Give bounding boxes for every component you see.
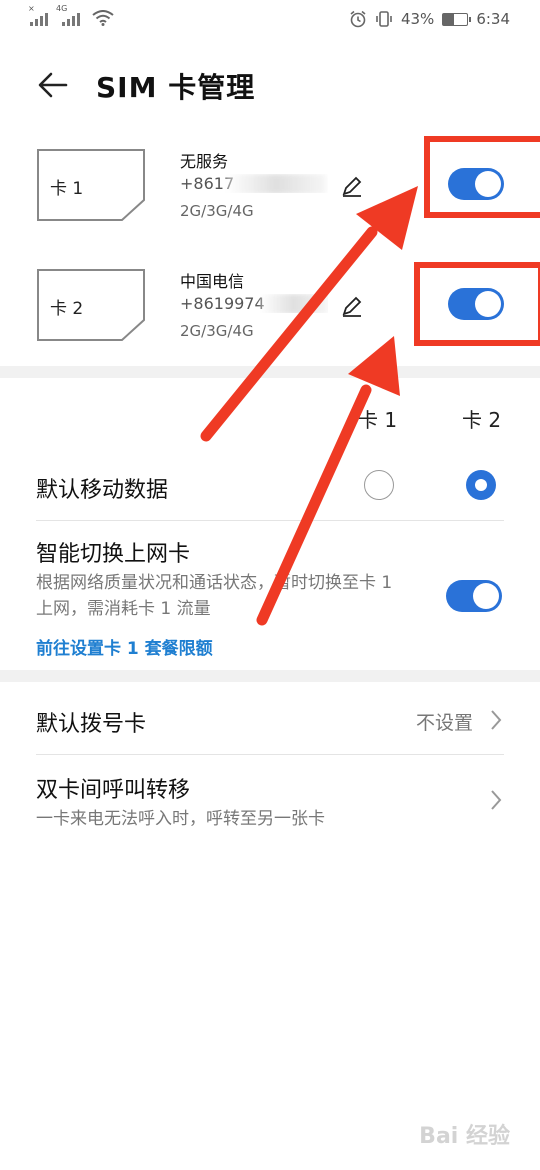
signal-2-icon: 4G (56, 4, 80, 26)
wifi-icon (92, 10, 114, 26)
sim-2-network: 2G/3G/4G (180, 322, 254, 340)
default-data-label: 默认移动数据 (36, 478, 169, 503)
call-forward-description: 一卡来电无法呼入时，呼转至另一张卡 (36, 809, 325, 829)
battery-icon (442, 12, 472, 26)
sim-2-name: 卡 2 (50, 299, 84, 319)
sim-2-number: +8619974 (180, 294, 328, 313)
app-header: SIM 卡管理 (0, 56, 540, 116)
default-data-card-2-radio[interactable] (466, 470, 496, 500)
arrow-left-icon[interactable] (36, 68, 70, 102)
sim-2-number-text: +8619974 (180, 294, 265, 313)
default-dial-value: 不设置 (416, 712, 474, 734)
row-separator (36, 754, 504, 755)
smart-switch-label: 智能切换上网卡 (36, 542, 191, 567)
section-divider (0, 670, 540, 682)
clock: 6:34 (476, 10, 510, 28)
toggle-knob (473, 583, 499, 609)
chevron-right-icon (491, 790, 502, 810)
sim-1-carrier: 无服务 (180, 152, 229, 171)
sim-1-number: +8617 (180, 174, 328, 193)
battery-level-fill (443, 13, 454, 25)
call-forward-row[interactable]: 双卡间呼叫转移 一卡来电无法呼入时，呼转至另一张卡 (0, 756, 540, 840)
signal-1-label: × (28, 4, 35, 13)
number-redaction (260, 294, 328, 313)
page-title: SIM 卡管理 (96, 71, 256, 104)
alarm-icon (350, 10, 366, 28)
signal-1-icon: × (28, 4, 48, 26)
default-dial-label: 默认拨号卡 (36, 712, 147, 737)
sim-1-name: 卡 1 (50, 179, 84, 199)
section-divider (0, 366, 540, 378)
pencil-icon[interactable] (340, 174, 364, 198)
pencil-icon[interactable] (340, 294, 364, 318)
vibrate-icon (376, 11, 392, 27)
status-left: × 4G (28, 4, 114, 26)
set-data-limit-link[interactable]: 前往设置卡 1 套餐限额 (36, 634, 213, 659)
battery-percent: 43% (400, 10, 435, 28)
smart-switch-toggle[interactable] (446, 580, 502, 612)
status-right: 43% 6:34 (349, 10, 510, 28)
highlight-box-2 (414, 262, 540, 346)
sim-2-carrier: 中国电信 (180, 272, 245, 291)
number-redaction (226, 174, 326, 193)
highlight-box-1 (424, 136, 540, 218)
default-data-card-1-radio[interactable] (364, 470, 394, 500)
call-forward-label: 双卡间呼叫转移 (36, 778, 191, 803)
default-dial-row[interactable]: 默认拨号卡 不设置 (0, 690, 540, 754)
sim-1-network: 2G/3G/4G (180, 202, 254, 220)
column-card-2: 卡 2 (462, 408, 502, 432)
row-separator (36, 520, 504, 521)
chevron-right-icon (491, 710, 502, 730)
baidu-watermark: Bai 经验 (419, 1124, 510, 1149)
column-card-1: 卡 1 (358, 408, 398, 432)
smart-switch-description: 根据网络质量状况和通话状态，暂时切换至卡 1 上网，需消耗卡 1 流量 (36, 573, 393, 619)
signal-2-label: 4G (56, 4, 68, 13)
status-bar: × 4G 43% 6:34 (0, 0, 540, 40)
